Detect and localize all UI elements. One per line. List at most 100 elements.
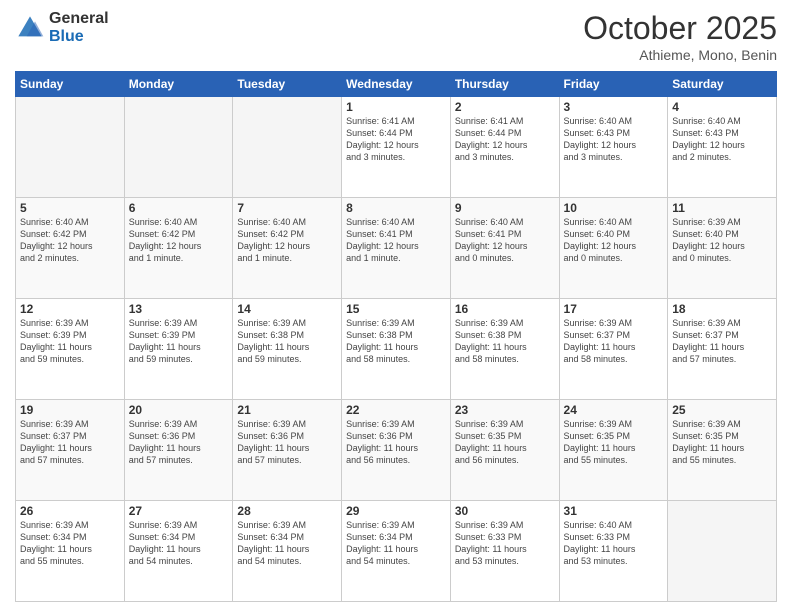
day-number: 27: [129, 504, 229, 518]
col-thursday: Thursday: [450, 72, 559, 97]
title-block: October 2025 Athieme, Mono, Benin: [583, 10, 777, 63]
table-row: 4Sunrise: 6:40 AM Sunset: 6:43 PM Daylig…: [668, 97, 777, 198]
day-info: Sunrise: 6:39 AM Sunset: 6:36 PM Dayligh…: [346, 418, 446, 467]
day-info: Sunrise: 6:40 AM Sunset: 6:43 PM Dayligh…: [672, 115, 772, 164]
col-monday: Monday: [124, 72, 233, 97]
day-number: 11: [672, 201, 772, 215]
day-info: Sunrise: 6:39 AM Sunset: 6:39 PM Dayligh…: [129, 317, 229, 366]
day-info: Sunrise: 6:39 AM Sunset: 6:35 PM Dayligh…: [455, 418, 555, 467]
day-info: Sunrise: 6:39 AM Sunset: 6:38 PM Dayligh…: [237, 317, 337, 366]
day-number: 10: [564, 201, 664, 215]
day-info: Sunrise: 6:39 AM Sunset: 6:34 PM Dayligh…: [346, 519, 446, 568]
table-row: [233, 97, 342, 198]
calendar-table: Sunday Monday Tuesday Wednesday Thursday…: [15, 71, 777, 602]
day-info: Sunrise: 6:39 AM Sunset: 6:37 PM Dayligh…: [672, 317, 772, 366]
table-row: 18Sunrise: 6:39 AM Sunset: 6:37 PM Dayli…: [668, 299, 777, 400]
day-number: 21: [237, 403, 337, 417]
day-info: Sunrise: 6:39 AM Sunset: 6:33 PM Dayligh…: [455, 519, 555, 568]
table-row: 17Sunrise: 6:39 AM Sunset: 6:37 PM Dayli…: [559, 299, 668, 400]
table-row: 25Sunrise: 6:39 AM Sunset: 6:35 PM Dayli…: [668, 400, 777, 501]
table-row: [16, 97, 125, 198]
day-info: Sunrise: 6:40 AM Sunset: 6:43 PM Dayligh…: [564, 115, 664, 164]
day-number: 4: [672, 100, 772, 114]
table-row: 31Sunrise: 6:40 AM Sunset: 6:33 PM Dayli…: [559, 501, 668, 602]
table-row: 5Sunrise: 6:40 AM Sunset: 6:42 PM Daylig…: [16, 198, 125, 299]
logo: General Blue: [15, 10, 109, 45]
day-number: 13: [129, 302, 229, 316]
day-info: Sunrise: 6:39 AM Sunset: 6:39 PM Dayligh…: [20, 317, 120, 366]
day-info: Sunrise: 6:40 AM Sunset: 6:42 PM Dayligh…: [20, 216, 120, 265]
day-number: 18: [672, 302, 772, 316]
day-number: 9: [455, 201, 555, 215]
day-number: 22: [346, 403, 446, 417]
day-number: 19: [20, 403, 120, 417]
table-row: [668, 501, 777, 602]
col-sunday: Sunday: [16, 72, 125, 97]
day-number: 12: [20, 302, 120, 316]
day-number: 31: [564, 504, 664, 518]
table-row: 13Sunrise: 6:39 AM Sunset: 6:39 PM Dayli…: [124, 299, 233, 400]
day-info: Sunrise: 6:41 AM Sunset: 6:44 PM Dayligh…: [455, 115, 555, 164]
table-row: 27Sunrise: 6:39 AM Sunset: 6:34 PM Dayli…: [124, 501, 233, 602]
table-row: 30Sunrise: 6:39 AM Sunset: 6:33 PM Dayli…: [450, 501, 559, 602]
table-row: 28Sunrise: 6:39 AM Sunset: 6:34 PM Dayli…: [233, 501, 342, 602]
logo-text: General Blue: [49, 10, 109, 45]
day-info: Sunrise: 6:40 AM Sunset: 6:41 PM Dayligh…: [455, 216, 555, 265]
col-saturday: Saturday: [668, 72, 777, 97]
table-row: 1Sunrise: 6:41 AM Sunset: 6:44 PM Daylig…: [342, 97, 451, 198]
day-number: 29: [346, 504, 446, 518]
day-number: 24: [564, 403, 664, 417]
day-number: 16: [455, 302, 555, 316]
table-row: 22Sunrise: 6:39 AM Sunset: 6:36 PM Dayli…: [342, 400, 451, 501]
table-row: 24Sunrise: 6:39 AM Sunset: 6:35 PM Dayli…: [559, 400, 668, 501]
table-row: 7Sunrise: 6:40 AM Sunset: 6:42 PM Daylig…: [233, 198, 342, 299]
day-info: Sunrise: 6:40 AM Sunset: 6:40 PM Dayligh…: [564, 216, 664, 265]
day-info: Sunrise: 6:40 AM Sunset: 6:41 PM Dayligh…: [346, 216, 446, 265]
day-number: 14: [237, 302, 337, 316]
calendar-header-row: Sunday Monday Tuesday Wednesday Thursday…: [16, 72, 777, 97]
table-row: 20Sunrise: 6:39 AM Sunset: 6:36 PM Dayli…: [124, 400, 233, 501]
day-info: Sunrise: 6:41 AM Sunset: 6:44 PM Dayligh…: [346, 115, 446, 164]
table-row: 3Sunrise: 6:40 AM Sunset: 6:43 PM Daylig…: [559, 97, 668, 198]
page: General Blue October 2025 Athieme, Mono,…: [0, 0, 792, 612]
day-number: 7: [237, 201, 337, 215]
day-number: 30: [455, 504, 555, 518]
table-row: 26Sunrise: 6:39 AM Sunset: 6:34 PM Dayli…: [16, 501, 125, 602]
table-row: 6Sunrise: 6:40 AM Sunset: 6:42 PM Daylig…: [124, 198, 233, 299]
day-info: Sunrise: 6:39 AM Sunset: 6:34 PM Dayligh…: [129, 519, 229, 568]
day-info: Sunrise: 6:40 AM Sunset: 6:33 PM Dayligh…: [564, 519, 664, 568]
day-number: 3: [564, 100, 664, 114]
day-info: Sunrise: 6:40 AM Sunset: 6:42 PM Dayligh…: [237, 216, 337, 265]
logo-icon: [15, 13, 45, 43]
table-row: 29Sunrise: 6:39 AM Sunset: 6:34 PM Dayli…: [342, 501, 451, 602]
day-number: 5: [20, 201, 120, 215]
calendar-week-row: 26Sunrise: 6:39 AM Sunset: 6:34 PM Dayli…: [16, 501, 777, 602]
day-info: Sunrise: 6:39 AM Sunset: 6:40 PM Dayligh…: [672, 216, 772, 265]
day-number: 15: [346, 302, 446, 316]
calendar-week-row: 12Sunrise: 6:39 AM Sunset: 6:39 PM Dayli…: [16, 299, 777, 400]
table-row: 10Sunrise: 6:40 AM Sunset: 6:40 PM Dayli…: [559, 198, 668, 299]
calendar-week-row: 1Sunrise: 6:41 AM Sunset: 6:44 PM Daylig…: [16, 97, 777, 198]
table-row: 15Sunrise: 6:39 AM Sunset: 6:38 PM Dayli…: [342, 299, 451, 400]
day-number: 2: [455, 100, 555, 114]
calendar-week-row: 19Sunrise: 6:39 AM Sunset: 6:37 PM Dayli…: [16, 400, 777, 501]
table-row: 21Sunrise: 6:39 AM Sunset: 6:36 PM Dayli…: [233, 400, 342, 501]
day-number: 20: [129, 403, 229, 417]
day-info: Sunrise: 6:39 AM Sunset: 6:38 PM Dayligh…: [455, 317, 555, 366]
day-number: 23: [455, 403, 555, 417]
day-info: Sunrise: 6:39 AM Sunset: 6:35 PM Dayligh…: [672, 418, 772, 467]
day-info: Sunrise: 6:39 AM Sunset: 6:35 PM Dayligh…: [564, 418, 664, 467]
table-row: 8Sunrise: 6:40 AM Sunset: 6:41 PM Daylig…: [342, 198, 451, 299]
day-info: Sunrise: 6:39 AM Sunset: 6:36 PM Dayligh…: [237, 418, 337, 467]
day-number: 25: [672, 403, 772, 417]
table-row: [124, 97, 233, 198]
day-info: Sunrise: 6:39 AM Sunset: 6:37 PM Dayligh…: [564, 317, 664, 366]
header: General Blue October 2025 Athieme, Mono,…: [15, 10, 777, 63]
table-row: 9Sunrise: 6:40 AM Sunset: 6:41 PM Daylig…: [450, 198, 559, 299]
table-row: 12Sunrise: 6:39 AM Sunset: 6:39 PM Dayli…: [16, 299, 125, 400]
day-number: 8: [346, 201, 446, 215]
day-info: Sunrise: 6:39 AM Sunset: 6:34 PM Dayligh…: [20, 519, 120, 568]
day-info: Sunrise: 6:39 AM Sunset: 6:36 PM Dayligh…: [129, 418, 229, 467]
col-tuesday: Tuesday: [233, 72, 342, 97]
day-number: 1: [346, 100, 446, 114]
